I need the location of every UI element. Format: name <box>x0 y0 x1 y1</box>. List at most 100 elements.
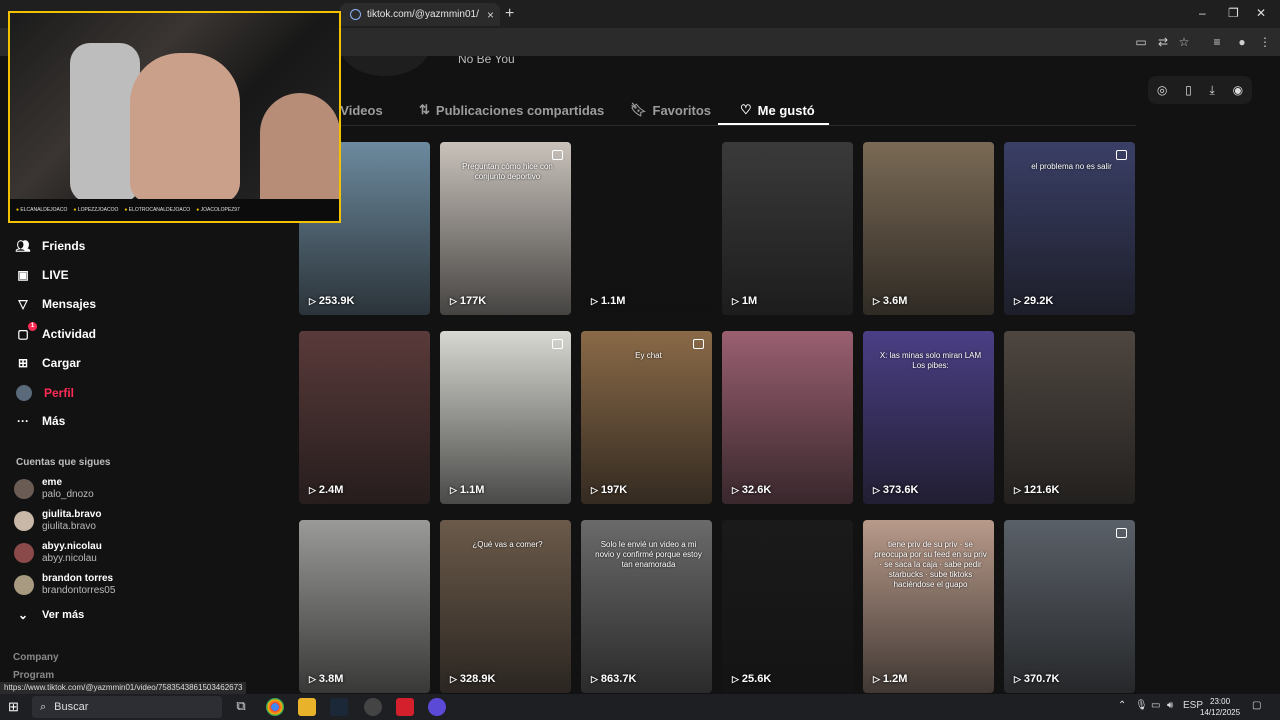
maximize-button[interactable]: ❐ <box>1228 6 1239 20</box>
streamer-person <box>130 53 240 203</box>
menu-dots-icon[interactable]: ⋮ <box>1258 35 1272 49</box>
translate-icon[interactable]: ⇄ <box>1156 35 1170 49</box>
video-card[interactable]: el problema no es salir ▷ 29.2K <box>1004 142 1135 315</box>
tab-reposts[interactable]: ⇅ Publicaciones compartidas <box>419 102 604 118</box>
windows-start-icon[interactable]: ⊞ <box>8 700 22 714</box>
app-icon[interactable] <box>364 698 382 716</box>
play-icon: ▷ <box>309 295 316 306</box>
following-item[interactable]: abyy.nicolau abyy.nicolau <box>14 541 102 565</box>
live-icon: ▣ <box>17 268 29 282</box>
sidebar-item-live[interactable]: ▣ LIVE <box>16 268 68 282</box>
view-count: ▷ 373.6K <box>873 484 919 496</box>
footer-link-company[interactable]: Company <box>13 652 59 663</box>
messages-icon: ▽ <box>18 297 28 311</box>
tab-favorites[interactable]: 🔖︎ Favoritos <box>630 102 711 118</box>
repost-icon: ⇅ <box>419 102 430 117</box>
browser-tab-active[interactable]: tiktok.com/@yazmmin01/video × <box>340 3 500 26</box>
video-card[interactable]: tiene priv de su priv · se preocupa por … <box>863 520 994 693</box>
discord-icon[interactable] <box>428 698 446 716</box>
play-icon: ▷ <box>450 295 457 306</box>
video-card[interactable]: ¿Qué vas a comer? ▷ 328.9K <box>440 520 571 693</box>
view-count: ▷ 3.6M <box>873 295 908 307</box>
following-item[interactable]: eme palo_dnozo <box>14 477 94 501</box>
reading-list-icon[interactable]: ≡ <box>1210 35 1224 49</box>
video-card[interactable]: ▷ 121.6K <box>1004 331 1135 504</box>
photo-carousel-icon <box>693 339 704 349</box>
profile-avatar <box>340 56 430 76</box>
sidebar-item-friends[interactable]: 👥︎ Friends <box>15 239 85 253</box>
system-clock[interactable]: 23:00 14/12/2025 <box>1200 696 1240 718</box>
network-icon[interactable]: ▭ <box>1151 700 1160 711</box>
video-caption: ¿Qué vas a comer? <box>472 540 543 549</box>
see-more-button[interactable]: ⌄ Ver más <box>16 608 84 622</box>
play-icon: ▷ <box>1014 295 1021 306</box>
steam-icon[interactable] <box>330 698 348 716</box>
video-caption: Preguntan cómo hice con conjunto deporti… <box>462 162 553 181</box>
notifications-icon[interactable]: ▢ <box>1252 700 1261 711</box>
user-avatar-icon[interactable]: ◉ <box>1233 83 1243 97</box>
bookmark-star-icon[interactable]: ☆ <box>1177 35 1191 49</box>
video-card[interactable]: Ey chat ▷ 197K <box>581 331 712 504</box>
more-icon: ··· <box>17 414 29 428</box>
tab-close-icon[interactable]: × <box>487 8 494 22</box>
play-icon: ▷ <box>450 484 457 495</box>
sidebar-item-profile[interactable]: Perfil <box>16 385 74 401</box>
view-count: ▷ 2.4M <box>309 484 344 496</box>
following-item[interactable]: brandon torres brandontorres05 <box>14 573 115 597</box>
task-view-icon[interactable]: ⧉ <box>232 698 250 716</box>
player-tools: ◎ ▯ ⤓ ◉ <box>1148 76 1252 104</box>
opera-icon[interactable] <box>396 698 414 716</box>
play-icon: ▷ <box>591 484 598 495</box>
chrome-icon[interactable] <box>266 698 284 716</box>
play-icon: ▷ <box>873 484 880 495</box>
video-card[interactable]: ▷ 32.6K <box>722 331 853 504</box>
video-card[interactable]: ▷ 25.6K <box>722 520 853 693</box>
view-count: ▷ 1.1M <box>450 484 485 496</box>
play-icon: ▷ <box>873 295 880 306</box>
photo-carousel-icon <box>552 339 563 349</box>
play-icon: ▷ <box>591 295 598 306</box>
view-count: ▷ 1M <box>732 295 758 307</box>
avatar <box>14 543 34 563</box>
mic-icon[interactable]: 🎙︎ <box>1135 700 1148 711</box>
following-item[interactable]: giulita.bravo giulita.bravo <box>14 509 101 533</box>
following-section-title: Cuentas que sigues <box>16 457 111 468</box>
volume-icon[interactable]: 🔊︎ <box>1167 700 1173 711</box>
video-card[interactable]: ▷ 1M <box>722 142 853 315</box>
video-card[interactable]: ▷ 2.4M <box>299 331 430 504</box>
minimize-button[interactable]: – <box>1199 6 1206 20</box>
close-window-button[interactable]: ✕ <box>1256 6 1266 20</box>
upload-icon: ⊞ <box>17 356 29 370</box>
tab-liked[interactable]: ♡ Me gustó <box>740 102 815 118</box>
view-count: ▷ 197K <box>591 484 628 496</box>
video-card[interactable]: ▷ 1.1M <box>440 331 571 504</box>
sidebar-item-more[interactable]: ··· Más <box>16 414 65 428</box>
taskbar-search[interactable]: ⌕ Buscar <box>32 696 222 718</box>
sidebar-item-upload[interactable]: ⊞ Cargar <box>16 356 81 370</box>
profile-avatar-icon[interactable]: ● <box>1235 35 1249 49</box>
tray-chevron-icon[interactable]: ⌃ <box>1118 700 1126 711</box>
video-card[interactable]: ▷ 370.7K <box>1004 520 1135 693</box>
video-card[interactable]: Solo le envié un video a mi novio y conf… <box>581 520 712 693</box>
video-caption: Ey chat <box>635 351 662 360</box>
phone-icon[interactable]: ▯ <box>1185 83 1192 97</box>
video-caption: X: las minas solo miran LAM Los pibes: <box>879 351 982 370</box>
play-icon: ▷ <box>309 673 316 684</box>
footer-link-program[interactable]: Program <box>13 670 54 681</box>
video-card[interactable]: ▷ 1.1M <box>581 142 712 315</box>
video-card[interactable]: Preguntan cómo hice con conjunto deporti… <box>440 142 571 315</box>
cast-icon[interactable]: ▭ <box>1134 35 1148 49</box>
download-icon[interactable]: ⤓ <box>1210 83 1215 98</box>
file-explorer-icon[interactable] <box>298 698 316 716</box>
video-card[interactable]: X: las minas solo miran LAM Los pibes: ▷ 3… <box>863 331 994 504</box>
chevron-down-icon: ⌄ <box>17 608 29 622</box>
tabs-divider <box>300 125 1136 126</box>
view-count: ▷ 32.6K <box>732 484 772 496</box>
compass-icon[interactable]: ◎ <box>1157 83 1167 97</box>
photo-carousel-icon <box>1116 528 1127 538</box>
sidebar-item-messages[interactable]: ▽ Mensajes <box>16 297 96 311</box>
video-card[interactable]: ▷ 3.8M <box>299 520 430 693</box>
sidebar-item-activity[interactable]: ▢ 1 Actividad <box>16 322 96 341</box>
video-card[interactable]: ▷ 3.6M <box>863 142 994 315</box>
new-tab-button[interactable]: + <box>505 5 514 23</box>
